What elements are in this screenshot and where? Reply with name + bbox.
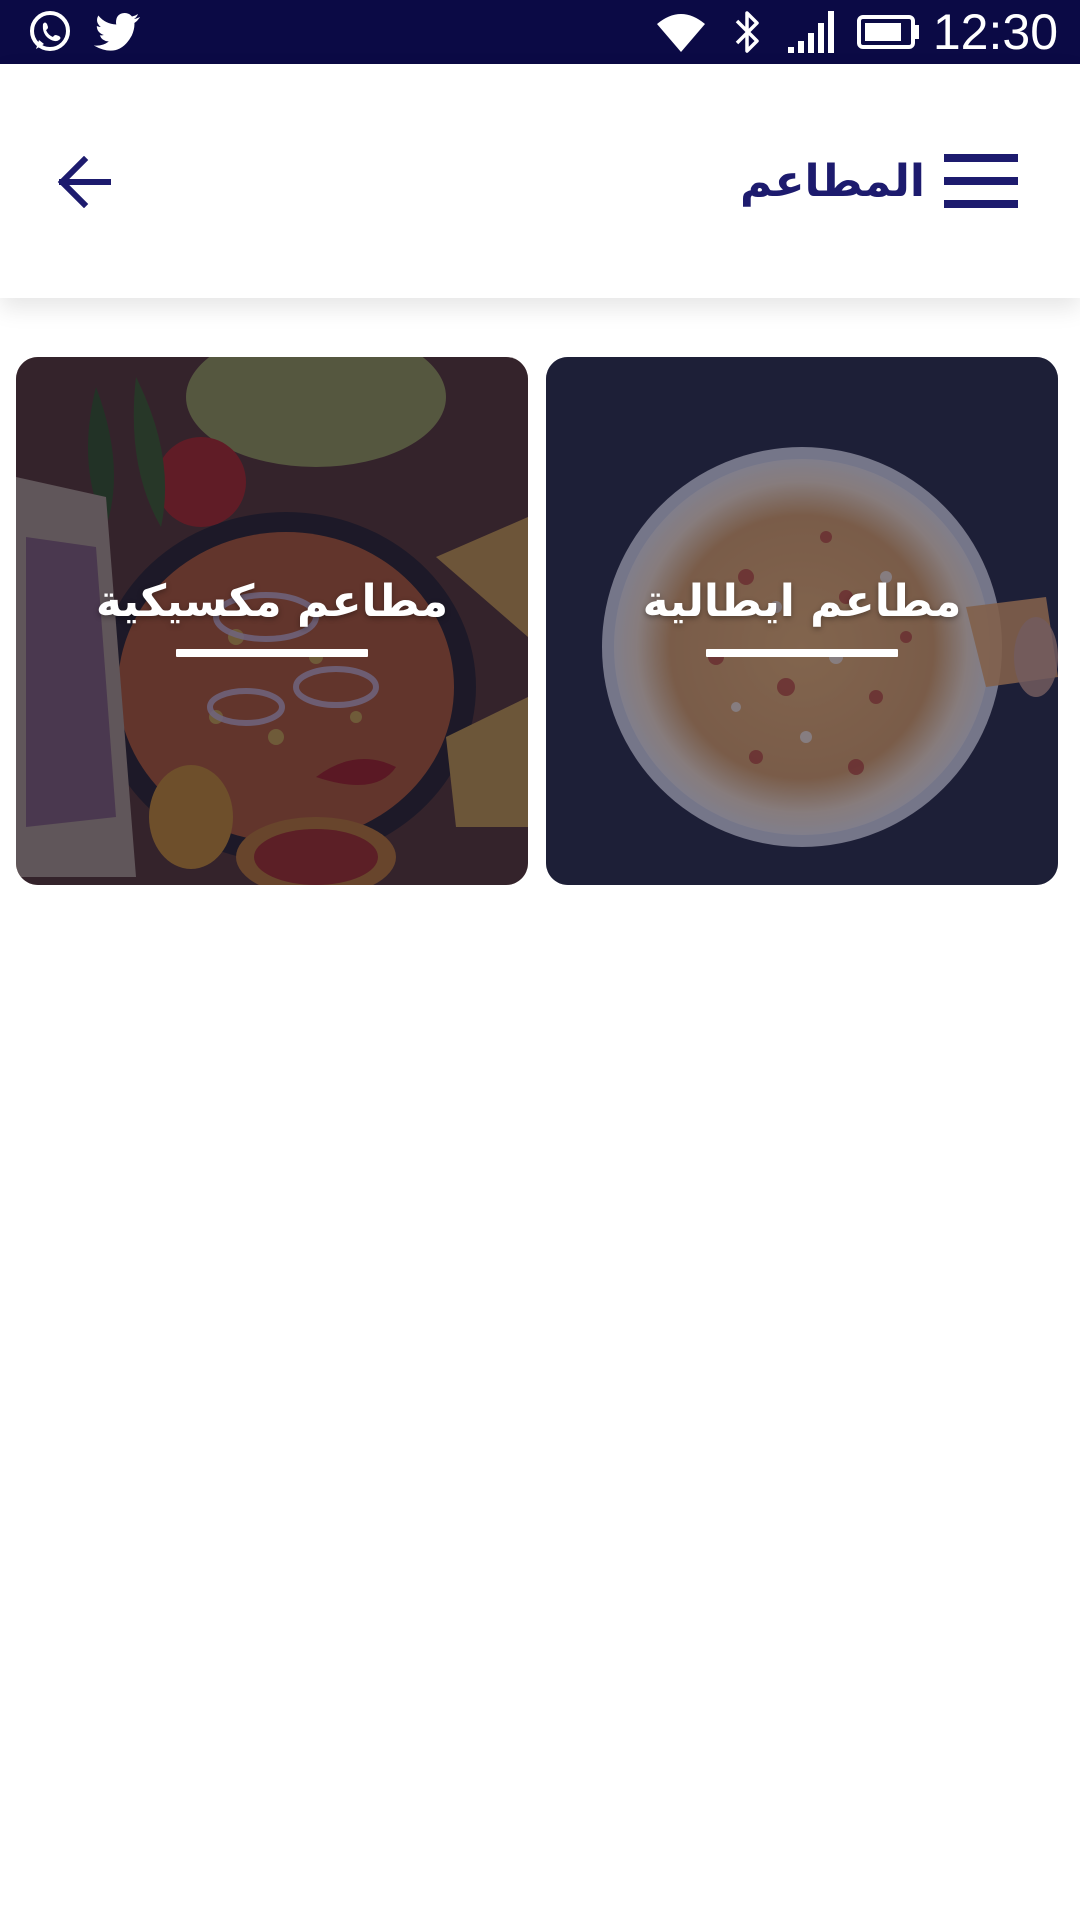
- category-label: مطاعم ايطالية: [642, 576, 962, 627]
- wifi-icon: [652, 6, 710, 58]
- page-title: المطاعم: [739, 156, 925, 207]
- arrow-left-icon: [57, 156, 111, 208]
- category-underline: [706, 649, 898, 657]
- category-card-italian[interactable]: مطاعم ايطالية: [546, 357, 1058, 885]
- app-bar: المطاعم: [0, 64, 1080, 298]
- signal-icon: [784, 6, 840, 58]
- twitter-icon: [92, 6, 144, 58]
- whatsapp-icon: [24, 6, 76, 58]
- category-underline: [176, 649, 368, 657]
- status-time: 12:30: [932, 4, 1058, 60]
- category-label: مطاعم مكسيكية: [95, 576, 449, 627]
- category-card-mexican[interactable]: مطاعم مكسيكية: [16, 357, 528, 885]
- battery-icon: [856, 6, 922, 58]
- bluetooth-icon: [730, 6, 766, 58]
- back-button[interactable]: [52, 152, 116, 212]
- menu-button[interactable]: [940, 152, 1020, 210]
- hamburger-menu-icon: [944, 154, 1018, 208]
- status-bar: 12:30: [0, 0, 1080, 64]
